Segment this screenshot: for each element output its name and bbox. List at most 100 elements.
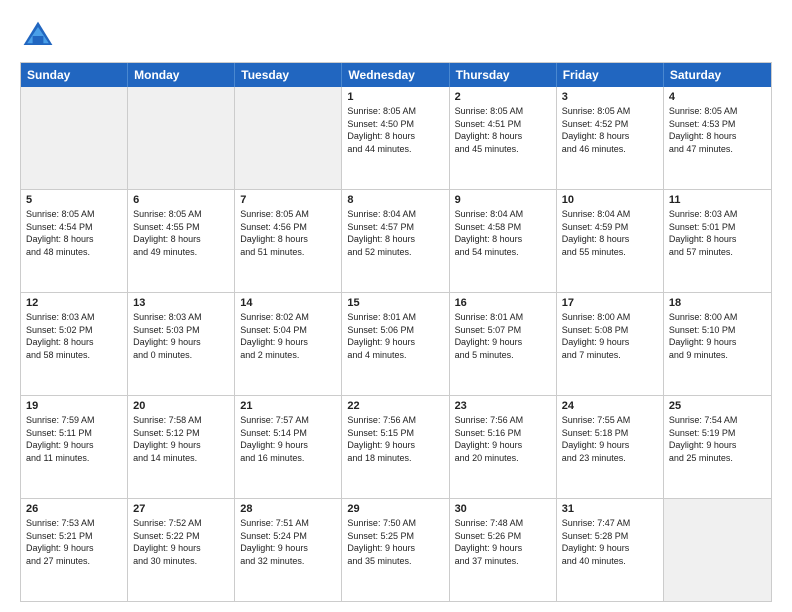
calendar-weekday-tuesday: Tuesday [235, 63, 342, 87]
day-info: Sunrise: 8:03 AM Sunset: 5:02 PM Dayligh… [26, 311, 122, 361]
calendar-day-3: 3Sunrise: 8:05 AM Sunset: 4:52 PM Daylig… [557, 87, 664, 189]
calendar-day-empty [21, 87, 128, 189]
calendar: SundayMondayTuesdayWednesdayThursdayFrid… [20, 62, 772, 602]
day-number: 2 [455, 91, 551, 103]
calendar-day-11: 11 Sunrise: 8:03 AM Sunset: 5:01 PM Dayli… [664, 190, 771, 292]
day-info: Sunrise: 8:05 AM Sunset: 4:54 PM Dayligh… [26, 208, 122, 258]
day-number: 9 [455, 194, 551, 206]
day-info: Sunrise: 8:05 AM Sunset: 4:55 PM Dayligh… [133, 208, 229, 258]
calendar-day-18: 18 Sunrise: 8:00 AM Sunset: 5:10 PM Dayli… [664, 293, 771, 395]
calendar-day-9: 9 Sunrise: 8:04 AM Sunset: 4:58 PM Daylig… [450, 190, 557, 292]
calendar-weekday-monday: Monday [128, 63, 235, 87]
day-number: 15 [347, 297, 443, 309]
calendar-day-12: 12 Sunrise: 8:03 AM Sunset: 5:02 PM Dayli… [21, 293, 128, 395]
day-number: 7 [240, 194, 336, 206]
calendar-day-17: 17 Sunrise: 8:00 AM Sunset: 5:08 PM Dayli… [557, 293, 664, 395]
day-number: 20 [133, 400, 229, 412]
calendar-day-1: 1 Sunrise: 8:05 AM Sunset: 4:50 PM Daylig… [342, 87, 449, 189]
calendar-week-1: 1 Sunrise: 8:05 AM Sunset: 4:50 PM Daylig… [21, 87, 771, 190]
day-number: 26 [26, 503, 122, 515]
day-number: 17 [562, 297, 658, 309]
day-number: 18 [669, 297, 766, 309]
calendar-header-row: SundayMondayTuesdayWednesdayThursdayFrid… [21, 63, 771, 87]
calendar-day-26: 26 Sunrise: 7:53 AM Sunset: 5:21 PM Dayli… [21, 499, 128, 601]
day-info: Sunrise: 8:05 AM Sunset: 4:53 PM Dayligh… [669, 105, 766, 155]
calendar-week-5: 26 Sunrise: 7:53 AM Sunset: 5:21 PM Dayli… [21, 499, 771, 601]
calendar-day-21: 21 Sunrise: 7:57 AM Sunset: 5:14 PM Dayli… [235, 396, 342, 498]
day-number: 23 [455, 400, 551, 412]
day-info: Sunrise: 8:05 AM Sunset: 4:51 PM Dayligh… [455, 105, 551, 155]
calendar-day-22: 22Sunrise: 7:56 AM Sunset: 5:15 PM Dayli… [342, 396, 449, 498]
day-info: Sunrise: 8:00 AM Sunset: 5:08 PM Dayligh… [562, 311, 658, 361]
calendar-week-3: 12 Sunrise: 8:03 AM Sunset: 5:02 PM Dayli… [21, 293, 771, 396]
calendar-week-4: 19Sunrise: 7:59 AM Sunset: 5:11 PM Dayli… [21, 396, 771, 499]
calendar-day-empty [235, 87, 342, 189]
day-number: 1 [347, 91, 443, 103]
day-info: Sunrise: 7:50 AM Sunset: 5:25 PM Dayligh… [347, 517, 443, 567]
calendar-day-23: 23 Sunrise: 7:56 AM Sunset: 5:16 PM Dayli… [450, 396, 557, 498]
day-number: 10 [562, 194, 658, 206]
day-number: 31 [562, 503, 658, 515]
day-info: Sunrise: 7:56 AM Sunset: 5:15 PM Dayligh… [347, 414, 443, 464]
day-number: 8 [347, 194, 443, 206]
day-number: 29 [347, 503, 443, 515]
calendar-weekday-sunday: Sunday [21, 63, 128, 87]
day-number: 11 [669, 194, 766, 206]
day-info: Sunrise: 7:48 AM Sunset: 5:26 PM Dayligh… [455, 517, 551, 567]
calendar-day-13: 13 Sunrise: 8:03 AM Sunset: 5:03 PM Dayli… [128, 293, 235, 395]
day-number: 12 [26, 297, 122, 309]
calendar-day-28: 28 Sunrise: 7:51 AM Sunset: 5:24 PM Dayli… [235, 499, 342, 601]
day-info: Sunrise: 7:53 AM Sunset: 5:21 PM Dayligh… [26, 517, 122, 567]
day-info: Sunrise: 8:05 AM Sunset: 4:56 PM Dayligh… [240, 208, 336, 258]
day-info: Sunrise: 7:51 AM Sunset: 5:24 PM Dayligh… [240, 517, 336, 567]
header [20, 18, 772, 54]
day-info: Sunrise: 7:52 AM Sunset: 5:22 PM Dayligh… [133, 517, 229, 567]
calendar-day-16: 16 Sunrise: 8:01 AM Sunset: 5:07 PM Dayli… [450, 293, 557, 395]
calendar-day-27: 27 Sunrise: 7:52 AM Sunset: 5:22 PM Dayli… [128, 499, 235, 601]
logo [20, 18, 62, 54]
calendar-weekday-friday: Friday [557, 63, 664, 87]
day-info: Sunrise: 8:05 AM Sunset: 4:50 PM Dayligh… [347, 105, 443, 155]
calendar-weekday-saturday: Saturday [664, 63, 771, 87]
calendar-day-20: 20 Sunrise: 7:58 AM Sunset: 5:12 PM Dayli… [128, 396, 235, 498]
calendar-day-31: 31 Sunrise: 7:47 AM Sunset: 5:28 PM Dayli… [557, 499, 664, 601]
day-info: Sunrise: 7:55 AM Sunset: 5:18 PM Dayligh… [562, 414, 658, 464]
calendar-day-14: 14 Sunrise: 8:02 AM Sunset: 5:04 PM Dayli… [235, 293, 342, 395]
day-info: Sunrise: 7:58 AM Sunset: 5:12 PM Dayligh… [133, 414, 229, 464]
day-number: 14 [240, 297, 336, 309]
calendar-day-24: 24Sunrise: 7:55 AM Sunset: 5:18 PM Dayli… [557, 396, 664, 498]
day-number: 27 [133, 503, 229, 515]
day-info: Sunrise: 8:00 AM Sunset: 5:10 PM Dayligh… [669, 311, 766, 361]
calendar-weekday-wednesday: Wednesday [342, 63, 449, 87]
calendar-day-8: 8Sunrise: 8:04 AM Sunset: 4:57 PM Daylig… [342, 190, 449, 292]
day-number: 6 [133, 194, 229, 206]
day-number: 21 [240, 400, 336, 412]
day-info: Sunrise: 7:47 AM Sunset: 5:28 PM Dayligh… [562, 517, 658, 567]
calendar-day-4: 4Sunrise: 8:05 AM Sunset: 4:53 PM Daylig… [664, 87, 771, 189]
calendar-day-empty [128, 87, 235, 189]
day-number: 13 [133, 297, 229, 309]
day-info: Sunrise: 8:03 AM Sunset: 5:01 PM Dayligh… [669, 208, 766, 258]
calendar-day-empty [664, 499, 771, 601]
day-number: 30 [455, 503, 551, 515]
day-info: Sunrise: 7:57 AM Sunset: 5:14 PM Dayligh… [240, 414, 336, 464]
day-info: Sunrise: 7:56 AM Sunset: 5:16 PM Dayligh… [455, 414, 551, 464]
day-info: Sunrise: 8:03 AM Sunset: 5:03 PM Dayligh… [133, 311, 229, 361]
day-number: 16 [455, 297, 551, 309]
day-info: Sunrise: 8:04 AM Sunset: 4:58 PM Dayligh… [455, 208, 551, 258]
day-number: 28 [240, 503, 336, 515]
day-info: Sunrise: 8:01 AM Sunset: 5:07 PM Dayligh… [455, 311, 551, 361]
calendar-day-6: 6 Sunrise: 8:05 AM Sunset: 4:55 PM Daylig… [128, 190, 235, 292]
calendar-weekday-thursday: Thursday [450, 63, 557, 87]
day-info: Sunrise: 8:04 AM Sunset: 4:59 PM Dayligh… [562, 208, 658, 258]
day-info: Sunrise: 8:01 AM Sunset: 5:06 PM Dayligh… [347, 311, 443, 361]
calendar-day-15: 15 Sunrise: 8:01 AM Sunset: 5:06 PM Dayli… [342, 293, 449, 395]
calendar-day-19: 19Sunrise: 7:59 AM Sunset: 5:11 PM Dayli… [21, 396, 128, 498]
day-info: Sunrise: 8:02 AM Sunset: 5:04 PM Dayligh… [240, 311, 336, 361]
day-number: 3 [562, 91, 658, 103]
calendar-day-25: 25Sunrise: 7:54 AM Sunset: 5:19 PM Dayli… [664, 396, 771, 498]
day-number: 25 [669, 400, 766, 412]
calendar-day-10: 10 Sunrise: 8:04 AM Sunset: 4:59 PM Dayli… [557, 190, 664, 292]
logo-icon [20, 18, 56, 54]
calendar-day-29: 29 Sunrise: 7:50 AM Sunset: 5:25 PM Dayli… [342, 499, 449, 601]
